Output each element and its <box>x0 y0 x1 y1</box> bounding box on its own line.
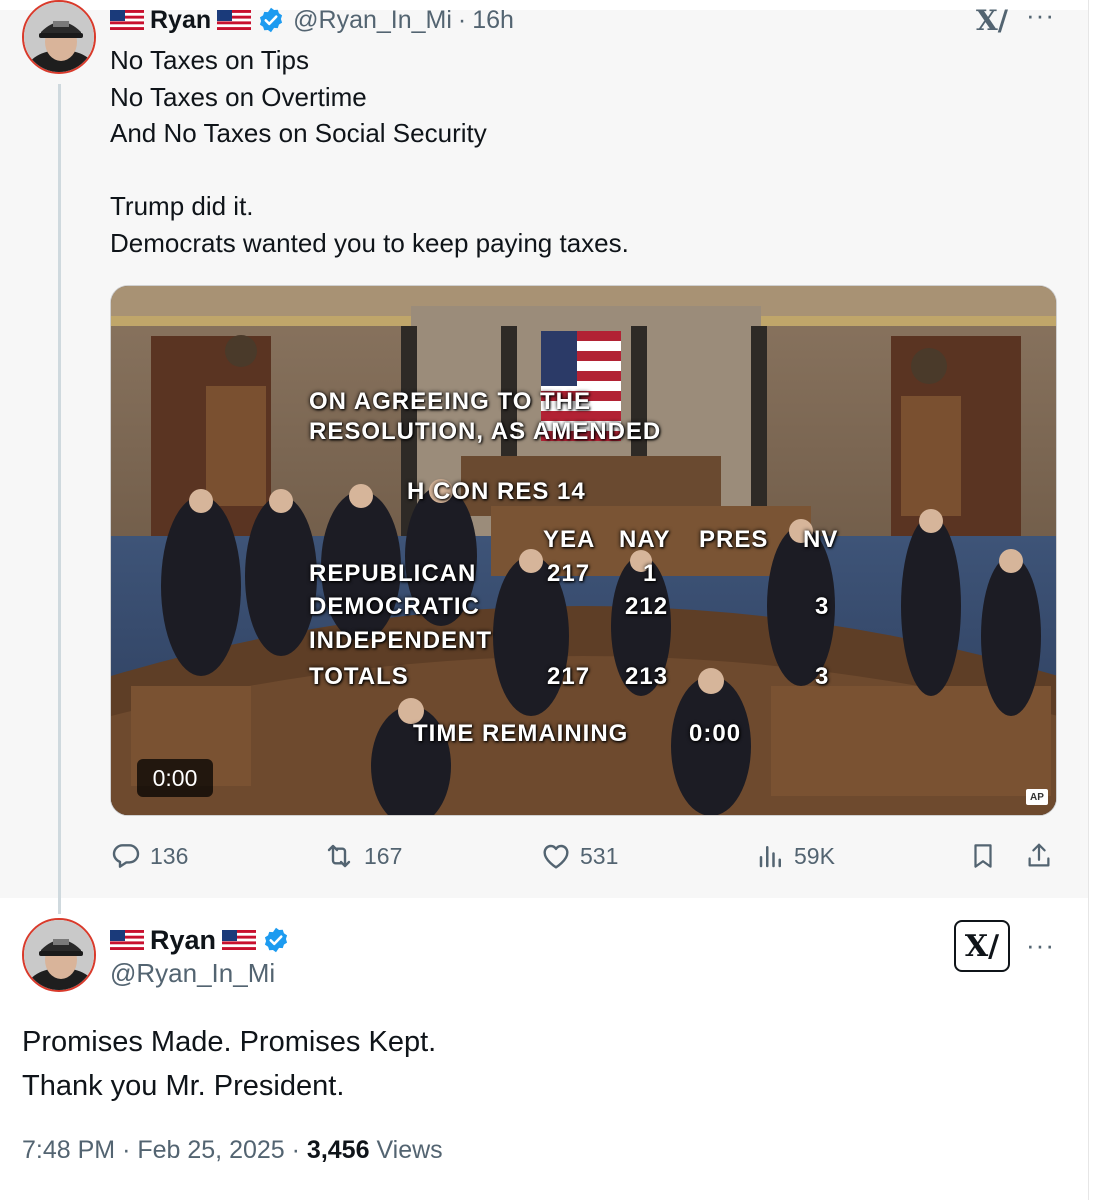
handle[interactable]: @Ryan_In_Mi <box>110 958 275 989</box>
tweet-line: No Taxes on Tips <box>110 45 309 75</box>
scrollbar-track[interactable] <box>1088 0 1098 1200</box>
tweet-date[interactable]: Feb 25, 2025 <box>137 1136 284 1164</box>
views-count: 3,456 <box>306 1136 370 1164</box>
like-button[interactable]: 531 <box>540 840 618 872</box>
like-icon <box>543 844 569 869</box>
tweet-line <box>110 152 1010 189</box>
repost-count: 167 <box>364 842 403 869</box>
row-party: REPUBLICAN <box>309 560 477 587</box>
ap-watermark: AP <box>1026 789 1048 805</box>
row-party: DEMOCRATIC <box>309 593 480 620</box>
row-nay: 1 <box>643 560 658 587</box>
display-name[interactable]: Ryan <box>150 6 211 35</box>
avatar[interactable] <box>22 0 96 74</box>
separator: · <box>122 1136 131 1164</box>
vote-header-line1: ON AGREEING TO THE <box>309 388 592 415</box>
avatar[interactable] <box>22 918 96 992</box>
column-nv: NV <box>803 526 839 553</box>
views-button[interactable]: 59K <box>756 840 835 872</box>
tweet-text: No Taxes on Tips No Taxes on Overtime An… <box>110 42 1010 262</box>
timestamp[interactable]: 16h <box>472 6 514 35</box>
more-icon[interactable]: ··· <box>1026 930 1055 961</box>
thread-line <box>58 84 61 914</box>
thread-tweet-header: Ryan @Ryan_In_Mi · 16h <box>110 2 514 38</box>
xai-grok-icon[interactable]: X/ <box>954 920 1010 972</box>
tweet-line: Democrats wanted you to keep paying taxe… <box>110 227 629 258</box>
share-icon <box>1028 843 1050 867</box>
tweet-line: No Taxes on Overtime <box>110 81 367 112</box>
row-nv: 3 <box>815 663 830 690</box>
tweet-line: And No Taxes on Social Security <box>110 118 487 149</box>
tweet-line: Promises Made. Promises Kept. <box>22 1026 437 1058</box>
flag-icon <box>110 10 144 30</box>
flag-icon <box>222 930 257 950</box>
main-tweet-header: Ryan <box>110 920 290 960</box>
row-nay: 212 <box>625 593 669 620</box>
column-pres: PRES <box>699 526 769 553</box>
row-nay: 213 <box>625 663 669 690</box>
tweet-line: Trump did it. <box>110 191 254 222</box>
repost-icon <box>327 844 351 868</box>
reply-icon <box>112 844 140 868</box>
column-yea: YEA <box>543 526 596 553</box>
separator: · <box>291 1136 300 1164</box>
row-yea: 217 <box>547 663 591 690</box>
tweet-line: Thank you Mr. President. <box>22 1070 345 1102</box>
bookmark-button[interactable] <box>968 840 1006 872</box>
xai-grok-icon[interactable]: X/ <box>976 4 1008 37</box>
flag-icon <box>110 930 144 950</box>
video-timestamp: 0:00 <box>137 759 213 797</box>
row-party: TOTALS <box>309 663 409 690</box>
vote-header-line2: RESOLUTION, AS AMENDED <box>309 418 662 445</box>
verified-badge-icon[interactable] <box>262 926 290 954</box>
row-nv: 3 <box>815 593 830 620</box>
time-remaining-label: TIME REMAINING <box>413 720 629 747</box>
views-icon <box>759 846 781 868</box>
bookmark-icon <box>974 844 992 868</box>
vote-measure: H CON RES 14 <box>407 478 586 505</box>
display-name[interactable]: Ryan <box>150 925 216 956</box>
views-label: Views <box>376 1136 443 1164</box>
flag-icon <box>217 10 252 30</box>
handle[interactable]: @Ryan_In_Mi <box>293 6 452 35</box>
tweet-text: Promises Made. Promises Kept. Thank you … <box>22 1020 1062 1108</box>
more-icon[interactable]: ··· <box>1026 0 1055 31</box>
column-nay: NAY <box>619 526 671 553</box>
views-count: 59K <box>794 842 835 869</box>
repost-button[interactable]: 167 <box>322 840 402 872</box>
share-button[interactable] <box>1024 840 1062 872</box>
tweet-time[interactable]: 7:48 PM <box>22 1136 115 1164</box>
reply-button[interactable]: 136 <box>110 840 188 872</box>
tweet-metadata: 7:48 PM · Feb 25, 2025 · 3,456 Views <box>22 1136 443 1165</box>
reply-count: 136 <box>150 842 189 869</box>
row-yea: 217 <box>547 560 591 587</box>
separator: · <box>457 5 467 34</box>
video-player[interactable]: ON AGREEING TO THE RESOLUTION, AS AMENDE… <box>110 285 1057 816</box>
action-bar: 136 167 531 59K <box>110 840 1057 880</box>
like-count: 531 <box>580 842 619 869</box>
time-remaining-value: 0:00 <box>689 720 742 747</box>
verified-badge-icon[interactable] <box>257 6 285 34</box>
row-party: INDEPENDENT <box>309 627 493 654</box>
